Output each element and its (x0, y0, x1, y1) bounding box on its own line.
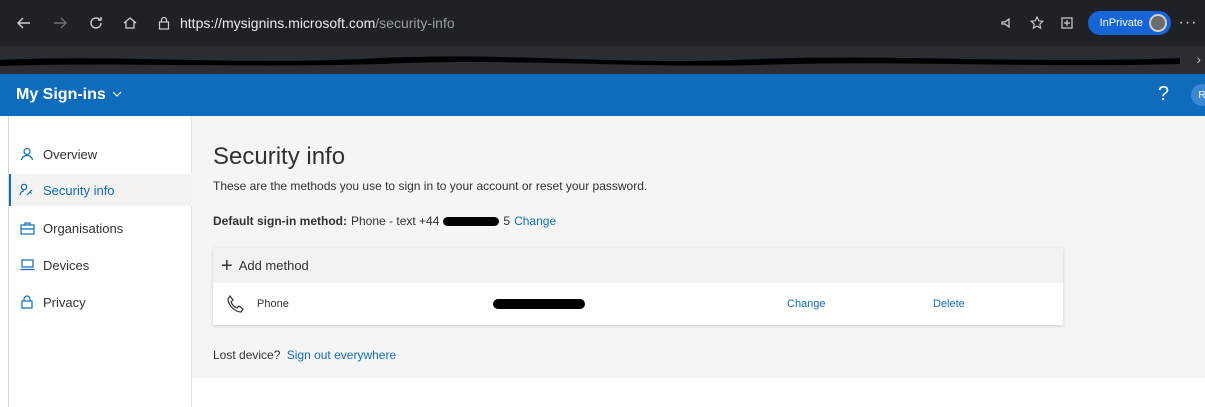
content-footer-area (192, 378, 1205, 407)
delete-method-link[interactable]: Delete (933, 298, 965, 310)
home-button[interactable] (116, 9, 144, 37)
sidebar: Overview Security info Organisations Dev… (8, 116, 192, 407)
default-method-label: Default sign-in method: (213, 214, 347, 228)
favorites-bar: › (0, 46, 1205, 74)
chevron-down-icon (112, 88, 122, 102)
sidebar-item-organisations[interactable]: Organisations (9, 212, 192, 244)
main-content: Security info These are the methods you … (192, 116, 1205, 378)
help-button[interactable]: ? (1158, 83, 1169, 106)
inprivate-label: InPrivate (1099, 17, 1143, 29)
home-icon (123, 17, 137, 29)
default-sign-in-method: Default sign-in method: Phone - text +44… (213, 214, 556, 228)
app-header: My Sign-ins ? R (0, 74, 1205, 116)
account-avatar[interactable]: R (1191, 84, 1205, 106)
sidebar-item-label: Overview (43, 146, 98, 162)
methods-card: + Add method Phone Change Delete (213, 248, 1063, 325)
refresh-icon (90, 17, 102, 29)
method-row: Phone Change Delete (213, 283, 1063, 325)
read-aloud-icon[interactable] (992, 9, 1022, 37)
add-method-button[interactable]: + Add method (213, 248, 1063, 283)
sidebar-item-devices[interactable]: Devices (9, 249, 192, 281)
briefcase-icon (17, 219, 37, 237)
key-person-icon (17, 181, 37, 199)
browser-toolbar: https://mysignins.microsoft.com/security… (0, 0, 1205, 46)
method-type: Phone (257, 298, 289, 310)
default-method-suffix: 5 (503, 214, 511, 228)
change-method-link[interactable]: Change (787, 298, 826, 310)
sidebar-item-label: Privacy (43, 294, 86, 310)
forward-button[interactable] (46, 9, 74, 37)
favorites-icon[interactable] (1022, 9, 1052, 37)
laptop-icon (17, 256, 37, 274)
person-icon (17, 145, 37, 163)
profile-avatar (1149, 14, 1167, 32)
redaction-mark (443, 216, 500, 226)
favorites-overflow-button[interactable]: › (1196, 51, 1201, 67)
lost-device-line: Lost device? Sign out everywhere (213, 348, 396, 362)
lock-icon (17, 293, 37, 311)
collections-icon[interactable] (1052, 9, 1082, 37)
default-method-value: Phone - text +44 (351, 214, 440, 228)
phone-icon (225, 294, 245, 314)
address-bar[interactable]: https://mysignins.microsoft.com/security… (156, 8, 992, 38)
inprivate-badge[interactable]: InPrivate (1087, 11, 1171, 35)
sidebar-item-label: Organisations (43, 220, 124, 236)
arrow-right-icon (54, 17, 67, 29)
sign-out-everywhere-link[interactable]: Sign out everywhere (287, 348, 396, 362)
change-default-link[interactable]: Change (514, 214, 556, 228)
lock-icon (156, 15, 172, 31)
sidebar-item-security-info[interactable]: Security info (9, 174, 192, 206)
back-button[interactable] (10, 9, 38, 37)
url-text: https://mysignins.microsoft.com/security… (180, 15, 455, 31)
app-title: My Sign-ins (16, 86, 106, 103)
redaction-mark (493, 299, 585, 309)
app-switcher[interactable]: My Sign-ins (16, 86, 122, 104)
sidebar-item-label: Security info (43, 182, 115, 198)
sidebar-item-label: Devices (43, 257, 90, 273)
arrow-left-icon (17, 17, 30, 29)
add-method-label: Add method (238, 258, 309, 273)
plus-icon: + (221, 254, 233, 277)
redaction-mark (0, 56, 1180, 66)
lost-device-label: Lost device? (213, 348, 281, 362)
page-title: Security info (213, 143, 346, 170)
refresh-button[interactable] (82, 9, 110, 37)
more-options-button[interactable]: ··· (1177, 14, 1199, 32)
page-description: These are the methods you use to sign in… (213, 179, 648, 193)
sidebar-item-overview[interactable]: Overview (9, 138, 192, 170)
sidebar-item-privacy[interactable]: Privacy (9, 286, 192, 318)
